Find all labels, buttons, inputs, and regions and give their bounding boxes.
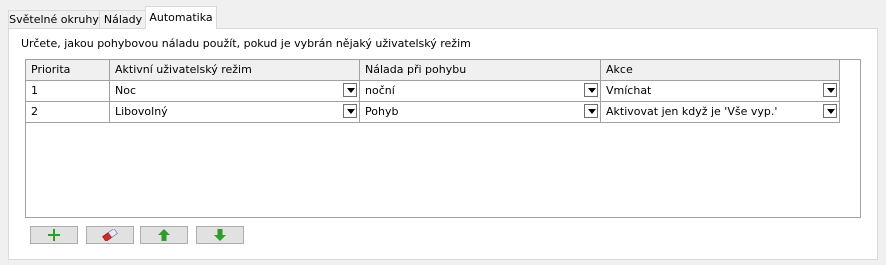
arrow-down-icon (214, 229, 226, 241)
tab-svetelne-okruhy[interactable]: Světelné okruhy (8, 10, 100, 28)
dropdown-arrow-icon[interactable] (584, 83, 598, 97)
mode-cell[interactable]: Noc (110, 81, 360, 102)
add-row-button[interactable] (30, 226, 78, 244)
column-header-action[interactable]: Akce (601, 60, 840, 81)
description-text: Určete, jakou pohybovou náladu použít, p… (21, 37, 471, 50)
dropdown-arrow-icon[interactable] (823, 83, 837, 97)
dropdown-arrow-icon[interactable] (343, 83, 357, 97)
action-cell[interactable]: Aktivovat jen když je 'Vše vyp.' (601, 102, 840, 123)
plus-icon (48, 229, 60, 241)
action-value: Aktivovat jen když je 'Vše vyp.' (606, 105, 778, 118)
column-header-priority[interactable]: Priorita (26, 60, 110, 81)
priority-cell[interactable]: 2 (26, 102, 110, 123)
priority-cell[interactable]: 1 (26, 81, 110, 102)
tab-label: Automatika (149, 11, 213, 24)
column-header-mode[interactable]: Aktivní uživatelský režim (110, 60, 360, 81)
action-cell[interactable]: Vmíchat (601, 81, 840, 102)
tab-automatika[interactable]: Automatika (145, 6, 217, 29)
move-down-button[interactable] (196, 226, 244, 244)
mode-value: Libovolný (115, 105, 168, 118)
table-row[interactable]: 1 Noc noční Vmíchat (26, 81, 840, 102)
dropdown-arrow-icon[interactable] (823, 104, 837, 118)
eraser-icon (102, 229, 118, 241)
arrow-up-icon (158, 229, 170, 241)
mood-value: noční (365, 84, 395, 97)
mood-cell[interactable]: noční (360, 81, 601, 102)
dropdown-arrow-icon[interactable] (584, 104, 598, 118)
column-header-mood[interactable]: Nálada při pohybu (360, 60, 601, 81)
mood-cell[interactable]: Pohyb (360, 102, 601, 123)
tab-nalady[interactable]: Nálady (99, 10, 147, 28)
table-header-row: Priorita Aktivní uživatelský režim Nálad… (26, 60, 840, 81)
automation-table: Priorita Aktivní uživatelský režim Nálad… (25, 59, 861, 218)
mood-value: Pohyb (365, 105, 399, 118)
clear-row-button[interactable] (86, 226, 134, 244)
action-value: Vmíchat (606, 84, 652, 97)
mode-cell[interactable]: Libovolný (110, 102, 360, 123)
dropdown-arrow-icon[interactable] (343, 104, 357, 118)
mode-value: Noc (115, 84, 137, 97)
move-up-button[interactable] (140, 226, 188, 244)
tab-label: Světelné okruhy (9, 13, 99, 26)
tab-label: Nálady (103, 13, 143, 26)
table-row[interactable]: 2 Libovolný Pohyb Aktivovat jen když je … (26, 102, 840, 123)
